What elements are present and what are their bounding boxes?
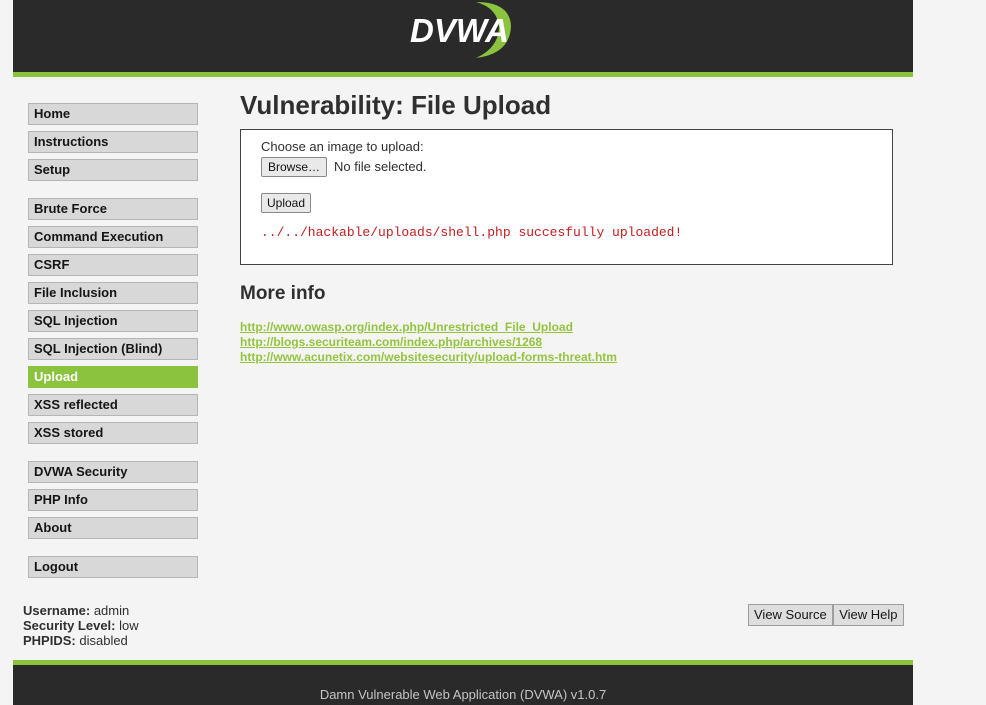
menu-group: Brute Force Command Execution CSRF File Inc… xyxy=(28,198,198,444)
securiteam-link[interactable]: http://blogs.securiteam.com/index.php/ar… xyxy=(240,335,893,350)
menu-item-file-inclusion[interactable]: File Inclusion xyxy=(28,282,198,304)
header: DVWA xyxy=(13,0,913,72)
phpids-label: PHPIDS: xyxy=(23,633,76,648)
footer-text: Damn Vulnerable Web Application (DVWA) v… xyxy=(319,687,607,702)
menu-item-dvwa-security[interactable]: DVWA Security xyxy=(28,461,198,483)
dvwa-logo: DVWA xyxy=(406,0,526,67)
main-body: Vulnerability: File Upload Choose an ima… xyxy=(240,89,893,365)
view-source-button[interactable]: View Source xyxy=(748,604,833,626)
menu-group: Logout xyxy=(28,556,198,578)
phpids-value: disabled xyxy=(79,633,128,648)
page-container: DVWA Home Instructions Setup Brute Force Com… xyxy=(13,0,913,705)
upload-button[interactable]: Upload xyxy=(261,193,312,213)
acunetix-link[interactable]: http://www.acunetix.com/websitesecurity/… xyxy=(240,350,893,365)
footer: Damn Vulnerable Web Application (DVWA) v… xyxy=(13,665,913,705)
menu-item-sql-injection[interactable]: SQL Injection xyxy=(28,310,198,332)
upload-form-area: Choose an image to upload: Browse… No fi… xyxy=(240,129,893,265)
owasp-link[interactable]: http://www.owasp.org/index.php/Unrestric… xyxy=(240,320,893,335)
file-status: No file selected. xyxy=(334,159,427,174)
security-level-value: low xyxy=(119,618,139,633)
menu-item-command-execution[interactable]: Command Execution xyxy=(28,226,198,248)
more-info-heading: More info xyxy=(240,283,326,304)
menu-group: DVWA Security PHP Info About xyxy=(28,461,198,539)
menu-item-csrf[interactable]: CSRF xyxy=(28,254,198,276)
menu-item-xss-stored[interactable]: XSS stored xyxy=(28,422,198,444)
menu-item-instructions[interactable]: Instructions xyxy=(28,131,198,153)
view-help-button[interactable]: View Help xyxy=(833,604,904,626)
page-title: Vulnerability: File Upload xyxy=(240,90,552,120)
security-level-label: Security Level: xyxy=(23,618,116,633)
upload-label: Choose an image to upload: xyxy=(261,139,424,154)
menu-item-logout[interactable]: Logout xyxy=(28,556,198,578)
svg-text:DVWA: DVWA xyxy=(410,12,509,49)
upload-result-message: ../../hackable/uploads/shell.php succesf… xyxy=(261,225,683,240)
menu-item-brute-force[interactable]: Brute Force xyxy=(28,198,198,220)
menu-item-php-info[interactable]: PHP Info xyxy=(28,489,198,511)
menu-item-home[interactable]: Home xyxy=(28,103,198,125)
browse-button[interactable]: Browse… xyxy=(261,157,328,177)
menu-item-about[interactable]: About xyxy=(28,517,198,539)
menu-item-xss-reflected[interactable]: XSS reflected xyxy=(28,394,198,416)
menu-group: Home Instructions Setup xyxy=(28,103,198,181)
username-value: admin xyxy=(93,603,130,618)
menu-item-setup[interactable]: Setup xyxy=(28,159,198,181)
help-buttons: View Source View Help xyxy=(748,604,904,626)
username-label: Username: xyxy=(23,603,91,618)
main-menu: Home Instructions Setup Brute Force Command … xyxy=(28,103,198,595)
user-info: Username: admin Security Level: low PHPI… xyxy=(23,603,139,648)
header-accent-bar xyxy=(13,72,913,77)
more-info-links: http://www.owasp.org/index.php/Unrestric… xyxy=(240,320,893,365)
menu-item-sql-injection-blind[interactable]: SQL Injection (Blind) xyxy=(28,338,198,360)
menu-item-upload[interactable]: Upload xyxy=(28,366,198,388)
